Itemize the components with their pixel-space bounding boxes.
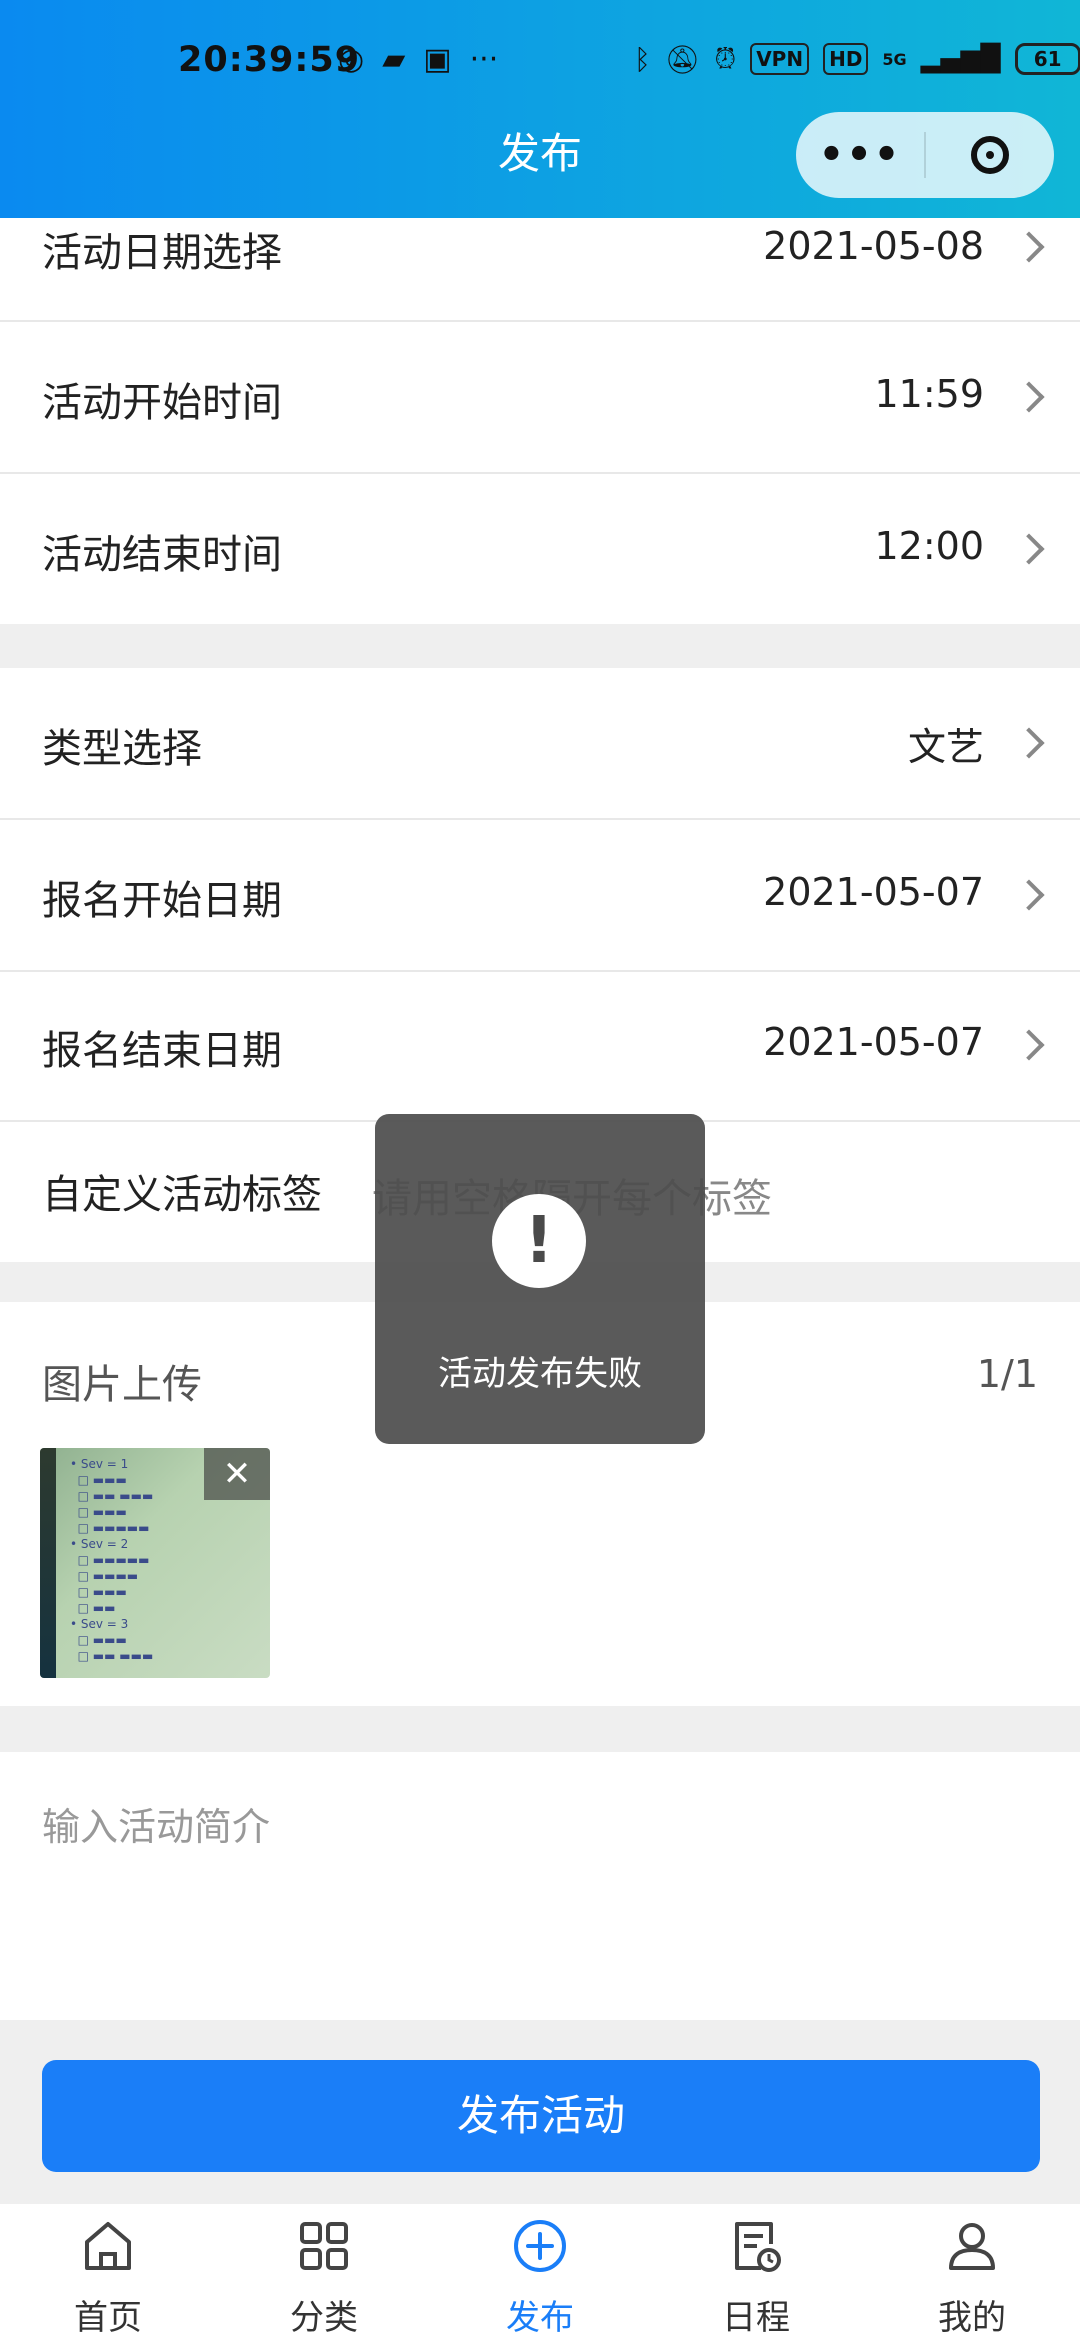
intro-textarea[interactable]: 输入活动简介 — [42, 1796, 270, 1851]
start-time-row[interactable]: 活动开始时间 11:59 — [0, 322, 1080, 472]
status-time: 20:39:59 — [178, 40, 361, 80]
miniprogram-capsule: ••• — [796, 112, 1054, 198]
image-count: 1/1 — [976, 1352, 1038, 1396]
schedule-icon — [735, 2222, 781, 2272]
message-icon: ▰ — [382, 42, 406, 77]
start-time-label: 活动开始时间 — [42, 380, 282, 426]
app-header: 20:39:59 ◎ ▰ ▣ ··· ᛒ 🔕︎ ⏰︎ VPN HD 5G ▂▄▆… — [0, 0, 1080, 218]
grid-icon — [300, 2222, 348, 2270]
chevron-right-icon — [1013, 533, 1045, 565]
signup-end-value: 2021-05-07 — [763, 1020, 984, 1064]
intro-section: 输入活动简介 — [0, 1752, 1080, 2020]
uploaded-image-thumbnail[interactable]: • Sev = 1 □ ▬▬▬ □ ▬▬ ▬▬▬ □ ▬▬▬ □ ▬▬▬▬▬ • … — [40, 1448, 270, 1678]
signup-start-label: 报名开始日期 — [42, 878, 282, 924]
end-time-label: 活动结束时间 — [42, 532, 282, 578]
end-time-value: 12:00 — [874, 524, 984, 568]
activity-date-value: 2021-05-08 — [763, 224, 984, 268]
tab-label: 分类 — [290, 2298, 358, 2338]
chevron-right-icon — [1013, 231, 1045, 263]
start-time-value: 11:59 — [874, 372, 984, 416]
close-miniprogram-button[interactable] — [926, 136, 1054, 174]
tab-schedule[interactable]: 日程 — [648, 2204, 864, 2340]
more-dots-icon: ··· — [469, 42, 499, 77]
battery-icon: 61 — [1014, 43, 1080, 75]
tab-home[interactable]: 首页 — [0, 2204, 216, 2340]
chevron-right-icon — [1013, 727, 1045, 759]
signup-start-value: 2021-05-07 — [763, 870, 984, 914]
publish-activity-button[interactable]: 发布活动 — [42, 2060, 1040, 2172]
chevron-right-icon — [1013, 381, 1045, 413]
exclamation-icon: ! — [492, 1194, 586, 1288]
chevron-right-icon — [1013, 879, 1045, 911]
bottom-tab-bar: 首页 分类 发布 日程 我的 — [0, 2204, 1080, 2340]
network-type: 5G — [882, 49, 907, 69]
user-icon — [949, 2223, 995, 2270]
tab-publish[interactable]: 发布 — [432, 2204, 648, 2340]
activity-date-label: 活动日期选择 — [42, 230, 282, 276]
image-upload-label: 图片上传 — [42, 1362, 202, 1408]
tab-mine[interactable]: 我的 — [864, 2204, 1080, 2340]
mute-icon: 🔕︎ — [664, 42, 701, 76]
chevron-right-icon — [1013, 1029, 1045, 1061]
home-icon — [85, 2222, 131, 2270]
signup-end-row[interactable]: 报名结束日期 2021-05-07 — [0, 972, 1080, 1120]
calendar-icon: ▣ — [423, 42, 452, 77]
tab-label: 我的 — [938, 2298, 1006, 2338]
type-select-row[interactable]: 类型选择 文艺 — [0, 668, 1080, 818]
status-system-icons: ᛒ 🔕︎ ⏰︎ VPN HD 5G ▂▄▆█ 61 — [634, 42, 1080, 76]
tab-label: 首页 — [74, 2298, 142, 2338]
error-toast: ! 活动发布失败 — [375, 1114, 705, 1444]
tags-label: 自定义活动标签 — [42, 1172, 322, 1218]
photo-edge — [40, 1448, 56, 1678]
vpn-icon: VPN — [750, 43, 810, 75]
plus-circle-icon — [514, 2220, 566, 2272]
toast-message: 活动发布失败 — [438, 1354, 642, 1394]
activity-date-row[interactable]: 活动日期选择 2021-05-08 — [0, 218, 1080, 320]
target-icon — [971, 136, 1009, 174]
end-time-row[interactable]: 活动结束时间 12:00 — [0, 474, 1080, 624]
hd-icon: HD — [823, 43, 869, 75]
tab-label: 日程 — [722, 2298, 790, 2338]
more-menu-button[interactable]: ••• — [796, 132, 924, 178]
alarm-icon: ⏰︎ — [714, 42, 737, 75]
signal-icon: ▂▄▆█ — [920, 44, 1001, 74]
signup-start-row[interactable]: 报名开始日期 2021-05-07 — [0, 820, 1080, 970]
type-value: 文艺 — [907, 725, 984, 769]
tab-label: 发布 — [506, 2298, 574, 2338]
status-notification-icons: ◎ ▰ ▣ ··· — [338, 42, 498, 77]
sync-icon: ◎ — [338, 42, 365, 77]
status-bar: 20:39:59 ◎ ▰ ▣ ··· ᛒ 🔕︎ ⏰︎ VPN HD 5G ▂▄▆… — [0, 30, 1080, 94]
type-label: 类型选择 — [42, 726, 202, 772]
signup-end-label: 报名结束日期 — [42, 1028, 282, 1074]
remove-image-button[interactable]: ✕ — [204, 1448, 270, 1500]
tab-category[interactable]: 分类 — [216, 2204, 432, 2340]
bluetooth-icon: ᛒ — [634, 42, 651, 76]
